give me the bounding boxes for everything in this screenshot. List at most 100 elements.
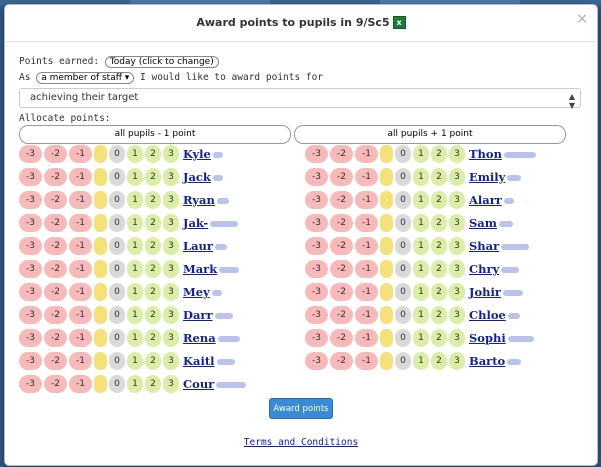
point-button[interactable]: 3 [163,283,179,301]
point-button[interactable]: 3 [163,375,179,393]
point-button[interactable]: 3 [163,214,179,232]
point-button[interactable]: 3 [449,237,465,255]
point-button[interactable]: 2 [145,352,161,370]
point-button[interactable]: 0 [395,191,411,209]
neutral-point-button[interactable] [380,283,393,301]
pupil-name-link[interactable]: Sophi [469,331,534,345]
point-button[interactable]: -3 [19,214,42,232]
point-button[interactable]: -3 [305,214,328,232]
point-button[interactable]: -2 [330,283,353,301]
point-button[interactable]: -2 [330,191,353,209]
point-button[interactable]: -2 [330,168,353,186]
pupil-name-link[interactable]: Sam [469,216,513,230]
neutral-point-button[interactable] [380,168,393,186]
reason-select[interactable]: achieving their target ▲ ▼ [19,88,581,110]
neutral-point-button[interactable] [380,237,393,255]
point-button[interactable]: -1 [355,168,378,186]
point-button[interactable]: 3 [163,329,179,347]
point-button[interactable]: 1 [127,145,143,163]
neutral-point-button[interactable] [94,260,107,278]
point-button[interactable]: 1 [127,352,143,370]
point-button[interactable]: 2 [431,329,447,347]
point-button[interactable]: 2 [145,329,161,347]
point-button[interactable]: -1 [69,283,92,301]
point-button[interactable]: 0 [395,260,411,278]
point-button[interactable]: 1 [127,329,143,347]
point-button[interactable]: -2 [330,329,353,347]
point-button[interactable]: 2 [431,168,447,186]
point-button[interactable]: -3 [305,352,328,370]
point-button[interactable]: 3 [163,145,179,163]
point-button[interactable]: -1 [355,214,378,232]
point-button[interactable]: 1 [413,352,429,370]
neutral-point-button[interactable] [94,352,107,370]
point-button[interactable]: -1 [69,168,92,186]
neutral-point-button[interactable] [380,145,393,163]
point-button[interactable]: -1 [69,375,92,393]
point-button[interactable]: 3 [163,237,179,255]
point-button[interactable]: -3 [19,352,42,370]
pupil-name-link[interactable]: Ryan [183,193,229,207]
point-button[interactable]: 0 [109,283,125,301]
point-button[interactable]: -2 [330,237,353,255]
pupil-name-link[interactable]: Mey [183,285,222,299]
point-button[interactable]: -2 [44,306,67,324]
point-button[interactable]: -1 [355,306,378,324]
neutral-point-button[interactable] [380,329,393,347]
point-button[interactable]: 2 [145,191,161,209]
point-button[interactable]: -3 [19,306,42,324]
point-button[interactable]: 0 [109,191,125,209]
point-button[interactable]: 0 [109,352,125,370]
point-button[interactable]: -1 [355,260,378,278]
point-button[interactable]: 3 [449,260,465,278]
role-select[interactable]: a member of staff ▾ [36,72,135,84]
point-button[interactable]: 2 [145,306,161,324]
point-button[interactable]: 3 [449,283,465,301]
point-button[interactable]: -3 [19,145,42,163]
point-button[interactable]: -3 [305,168,328,186]
point-button[interactable]: 1 [413,145,429,163]
point-button[interactable]: 2 [431,260,447,278]
point-button[interactable]: -1 [69,352,92,370]
point-button[interactable]: 1 [127,283,143,301]
point-button[interactable]: -2 [44,352,67,370]
point-button[interactable]: 2 [145,214,161,232]
neutral-point-button[interactable] [94,237,107,255]
point-button[interactable]: 0 [395,145,411,163]
point-button[interactable]: -2 [44,168,67,186]
all-pupils-plus-button[interactable]: all pupils + 1 point [294,125,566,144]
point-button[interactable]: -3 [305,191,328,209]
point-button[interactable]: 2 [431,283,447,301]
point-button[interactable]: -3 [305,260,328,278]
point-button[interactable]: 0 [395,168,411,186]
point-button[interactable]: -3 [305,145,328,163]
pupil-name-link[interactable]: Laur [183,239,227,253]
point-button[interactable]: 3 [449,214,465,232]
close-icon[interactable]: × [576,11,588,27]
neutral-point-button[interactable] [94,145,107,163]
pupil-name-link[interactable]: Darr [183,308,233,322]
terms-link[interactable]: Terms and Conditions [5,437,597,448]
point-button[interactable]: 0 [395,283,411,301]
point-button[interactable]: 2 [145,283,161,301]
pupil-name-link[interactable]: Chry [469,262,520,276]
point-button[interactable]: -2 [330,352,353,370]
point-button[interactable]: 2 [145,375,161,393]
point-button[interactable]: 0 [109,329,125,347]
point-button[interactable]: -3 [305,237,328,255]
point-button[interactable]: 1 [127,191,143,209]
pupil-name-link[interactable]: Emily [469,170,522,184]
point-button[interactable]: 1 [127,375,143,393]
pupil-name-link[interactable]: Rena [183,331,240,345]
point-button[interactable]: -2 [330,306,353,324]
point-button[interactable]: 1 [413,237,429,255]
point-button[interactable]: 0 [109,168,125,186]
point-button[interactable]: -1 [69,145,92,163]
point-button[interactable]: 0 [109,306,125,324]
point-button[interactable]: 3 [163,306,179,324]
point-button[interactable]: 2 [431,352,447,370]
point-button[interactable]: 0 [395,329,411,347]
pupil-name-link[interactable]: Kyle [183,147,223,161]
point-button[interactable]: -3 [19,237,42,255]
point-button[interactable]: 0 [109,237,125,255]
